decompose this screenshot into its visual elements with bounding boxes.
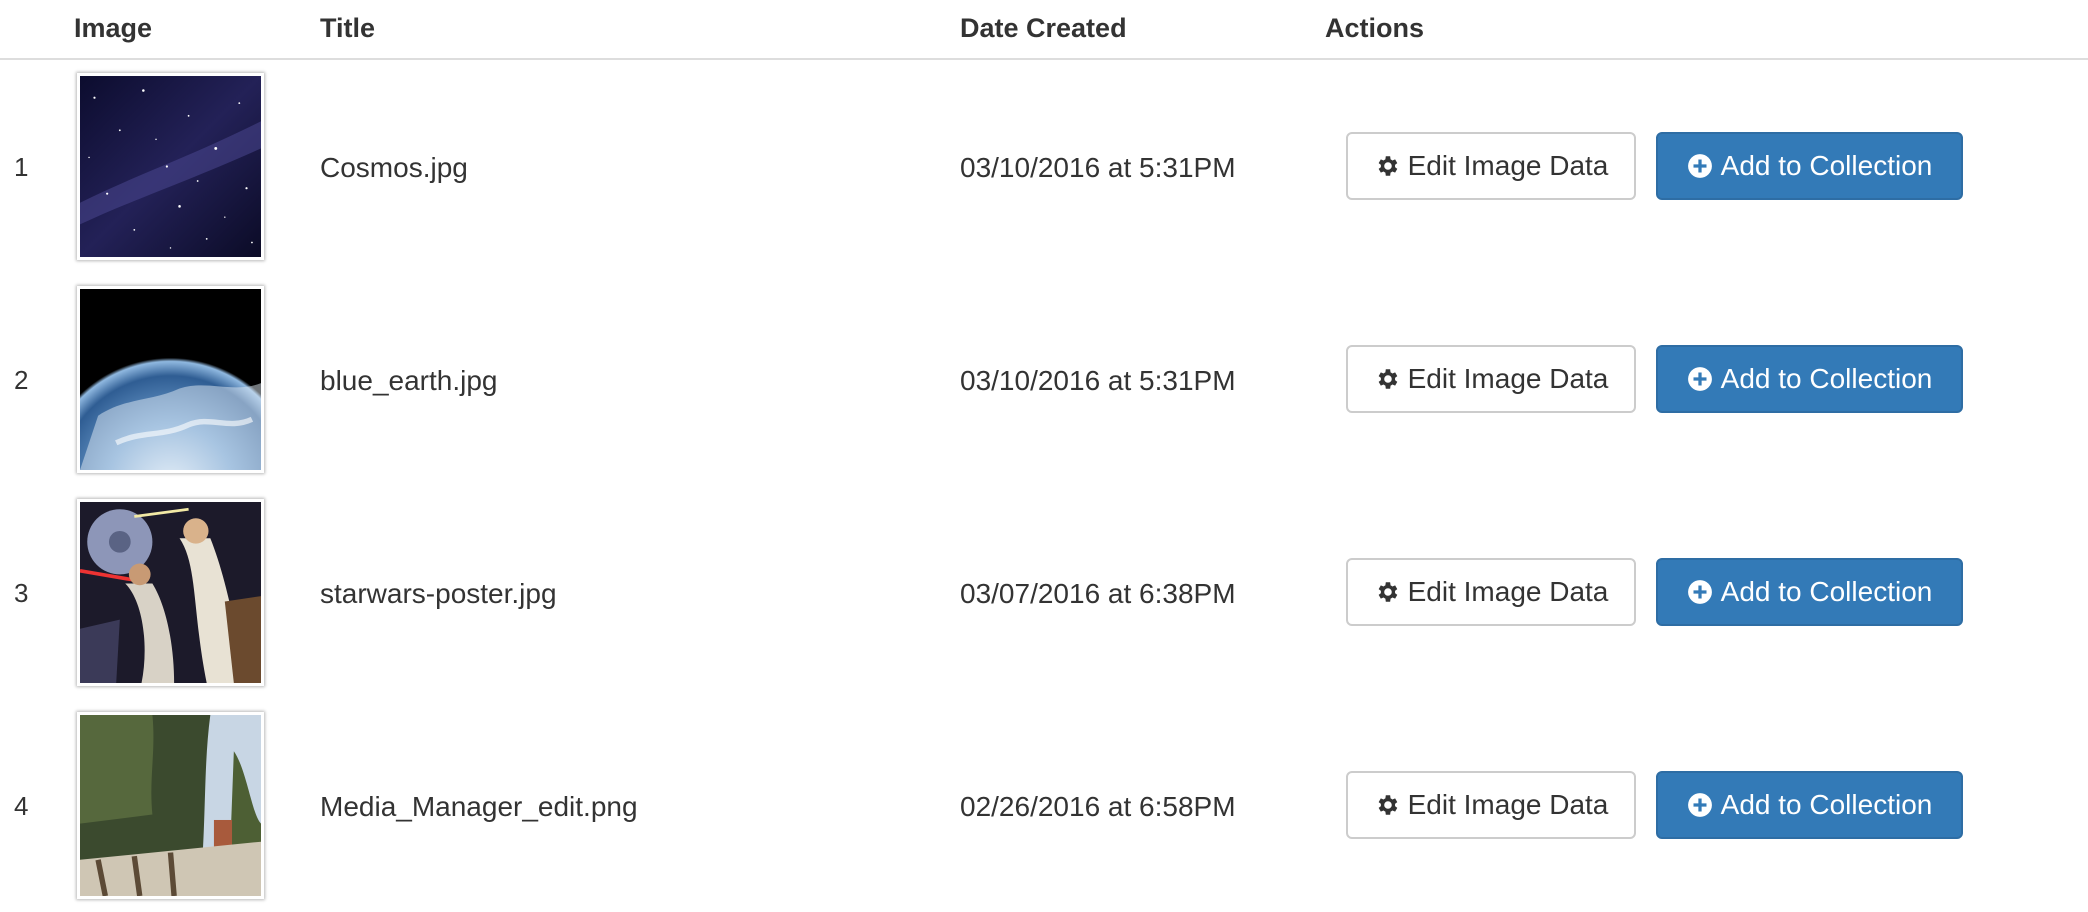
date-created: 02/26/2016 at 6:58PM bbox=[960, 791, 1236, 822]
gear-icon bbox=[1374, 579, 1400, 605]
row-number: 3 bbox=[14, 578, 29, 608]
plus-circle-icon bbox=[1687, 792, 1713, 818]
column-header-date: Date Created bbox=[960, 13, 1127, 43]
add-button-label: Add to Collection bbox=[1720, 576, 1933, 607]
plus-circle-icon bbox=[1687, 153, 1713, 179]
edit-image-data-button[interactable]: Edit Image Data bbox=[1346, 771, 1636, 839]
image-title: Media_Manager_edit.png bbox=[320, 791, 638, 822]
add-to-collection-button[interactable]: Add to Collection bbox=[1656, 558, 1963, 626]
add-to-collection-button[interactable]: Add to Collection bbox=[1656, 132, 1963, 200]
thumbnail-poster[interactable] bbox=[77, 499, 264, 686]
edit-image-data-button[interactable]: Edit Image Data bbox=[1346, 132, 1636, 200]
column-header-actions: Actions bbox=[1325, 13, 1425, 43]
add-button-label: Add to Collection bbox=[1720, 150, 1933, 181]
thumbnail-earth[interactable] bbox=[77, 286, 264, 473]
image-table: Image Title Date Created Actions 1 Cosmo… bbox=[0, 0, 2088, 912]
image-title: starwars-poster.jpg bbox=[320, 578, 557, 609]
gear-icon bbox=[1374, 792, 1400, 818]
date-created: 03/10/2016 at 5:31PM bbox=[960, 152, 1236, 183]
table-row: 4 Media_Manager_edit.png 02/26/2016 at 6… bbox=[0, 699, 2088, 912]
table-header: Image Title Date Created Actions bbox=[0, 0, 2088, 60]
edit-button-label: Edit Image Data bbox=[1407, 150, 1609, 181]
plus-circle-icon bbox=[1687, 366, 1713, 392]
add-button-label: Add to Collection bbox=[1720, 789, 1933, 820]
add-to-collection-button[interactable]: Add to Collection bbox=[1656, 771, 1963, 839]
date-created: 03/10/2016 at 5:31PM bbox=[960, 365, 1236, 396]
edit-image-data-button[interactable]: Edit Image Data bbox=[1346, 558, 1636, 626]
gear-icon bbox=[1374, 153, 1400, 179]
table-row: 3 starwars-poster.jpg 03/07/2016 at 6:38… bbox=[0, 486, 2088, 699]
edit-button-label: Edit Image Data bbox=[1407, 576, 1609, 607]
row-number: 2 bbox=[14, 365, 29, 395]
gear-icon bbox=[1374, 366, 1400, 392]
add-button-label: Add to Collection bbox=[1720, 363, 1933, 394]
column-header-image: Image bbox=[74, 13, 153, 43]
date-created: 03/07/2016 at 6:38PM bbox=[960, 578, 1236, 609]
add-to-collection-button[interactable]: Add to Collection bbox=[1656, 345, 1963, 413]
edit-button-label: Edit Image Data bbox=[1407, 789, 1609, 820]
plus-circle-icon bbox=[1687, 579, 1713, 605]
row-number: 4 bbox=[14, 791, 29, 821]
image-title: blue_earth.jpg bbox=[320, 365, 498, 396]
edit-image-data-button[interactable]: Edit Image Data bbox=[1346, 345, 1636, 413]
row-number: 1 bbox=[14, 152, 29, 182]
image-title: Cosmos.jpg bbox=[320, 152, 468, 183]
column-header-title: Title bbox=[320, 13, 376, 43]
table-row: 2 blue_earth.jpg 03/10/2016 at 5:31PM Ed… bbox=[0, 273, 2088, 486]
table-row: 1 Cosmos.jpg 03/10/2016 at 5:31PM Edit I… bbox=[0, 60, 2088, 273]
thumbnail-starfield[interactable] bbox=[77, 73, 264, 260]
thumbnail-trees[interactable] bbox=[77, 712, 264, 899]
edit-button-label: Edit Image Data bbox=[1407, 363, 1609, 394]
